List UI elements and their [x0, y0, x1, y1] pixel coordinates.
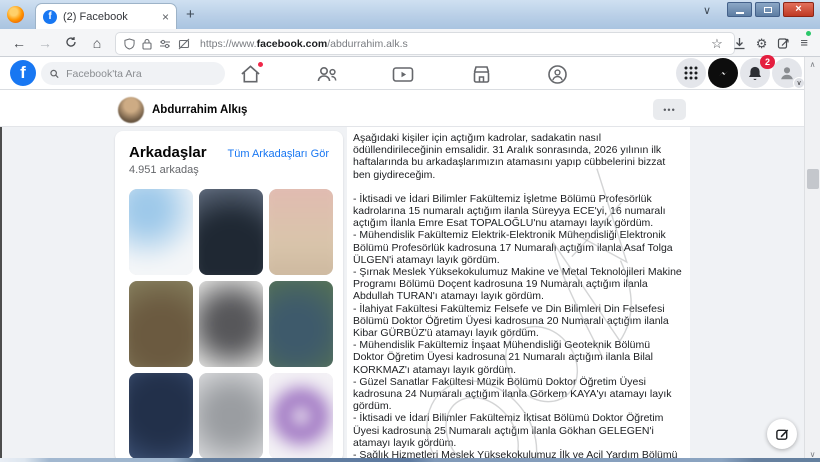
- friend-photo[interactable]: [129, 373, 193, 459]
- reload-icon: [65, 36, 77, 48]
- nav-marketplace-tab[interactable]: [459, 63, 503, 85]
- urlbar-icons: [124, 38, 190, 50]
- blocked-media-icon[interactable]: [178, 38, 190, 50]
- app-menu-button[interactable]: ≡: [800, 34, 808, 52]
- post-paragraph: - Mühendislik Fakültemiz İnşaat Mühendis…: [353, 339, 683, 376]
- post-text-card: Aşağıdaki kişiler için açtığım kadrolar,…: [347, 127, 690, 462]
- browser-tab-facebook[interactable]: f (2) Facebook ×: [35, 3, 177, 29]
- compose-pencil-icon: [775, 427, 790, 442]
- window-controls: ×: [727, 2, 814, 17]
- friend-photo[interactable]: [199, 373, 263, 459]
- friend-photo[interactable]: [269, 281, 333, 367]
- nav-friends-tab[interactable]: [305, 63, 349, 85]
- facebook-favicon-icon: f: [43, 10, 57, 24]
- nav-watch-tab[interactable]: [381, 63, 425, 85]
- tab-close-icon[interactable]: ×: [162, 10, 169, 24]
- marketplace-icon: [471, 65, 492, 84]
- post-more-button[interactable]: •••: [653, 99, 686, 120]
- groups-icon: [547, 64, 568, 85]
- post-paragraph: - İlahiyat Fakültesi Fakültemiz Felsefe …: [353, 303, 683, 340]
- friends-card: Arkadaşlar Tüm Arkadaşları Gör 4.951 ark…: [115, 131, 343, 462]
- search-input[interactable]: [64, 67, 216, 81]
- taskbar-edge-strip: [0, 458, 820, 462]
- minimize-icon: [736, 12, 744, 14]
- back-button[interactable]: ←: [6, 35, 32, 51]
- friend-photo[interactable]: [129, 281, 193, 367]
- messenger-button[interactable]: [708, 58, 738, 88]
- shield-icon[interactable]: [124, 38, 135, 50]
- post-paragraph: - İktisadi ve İdari Bilimler Fakültemiz …: [353, 412, 683, 449]
- post-paragraph: - Mühendislik Fakültemiz Elektrik-Elektr…: [353, 229, 683, 266]
- friends-card-title: Arkadaşlar: [129, 144, 207, 161]
- page-scrollbar[interactable]: ∧ ∨: [804, 57, 820, 462]
- post-paragraph: - Şırnak Meslek Yüksekokulumuz Makine ve…: [353, 266, 683, 303]
- permissions-sliders-icon[interactable]: [159, 38, 171, 50]
- facebook-logo[interactable]: f: [10, 60, 36, 86]
- hamburger-menu-icon: ≡: [800, 35, 808, 50]
- lock-icon[interactable]: [142, 38, 152, 50]
- friend-photo[interactable]: [199, 281, 263, 367]
- extensions-icon[interactable]: [777, 37, 790, 50]
- friend-photo[interactable]: [269, 373, 333, 459]
- left-edge-strip: [0, 127, 2, 458]
- maximize-button[interactable]: [755, 2, 780, 17]
- home-notification-dot: [257, 61, 264, 68]
- friends-photo-grid: [129, 189, 329, 459]
- new-tab-button[interactable]: +: [186, 6, 195, 23]
- tab-title: (2) Facebook: [63, 11, 156, 23]
- friend-photo[interactable]: [269, 189, 333, 275]
- maximize-icon: [764, 7, 772, 13]
- home-button[interactable]: ⌂: [84, 35, 110, 51]
- friend-photo[interactable]: [129, 189, 193, 275]
- screenshot-root: f (2) Facebook × + ∨ × ← → ⌂ https://www…: [0, 0, 820, 462]
- watch-icon: [392, 65, 414, 84]
- settings-gear-icon[interactable]: ⚙: [756, 37, 768, 50]
- bookmark-star-icon[interactable]: ☆: [711, 37, 723, 50]
- apps-menu-button[interactable]: [676, 58, 706, 88]
- url-text: https://www.facebook.com/abdurrahim.alk.…: [200, 38, 408, 50]
- reload-button[interactable]: [58, 35, 84, 51]
- downloads-icon[interactable]: [733, 37, 746, 50]
- window-titlebar: f (2) Facebook × + ∨ ×: [0, 0, 820, 29]
- search-icon: [50, 69, 59, 79]
- close-icon: ×: [795, 4, 801, 15]
- scroll-up-icon[interactable]: ∧: [805, 60, 820, 69]
- messenger-icon: [716, 66, 731, 81]
- toolbar-right-icons: ☆ ⚙ ≡: [711, 29, 808, 57]
- post-author-name[interactable]: Abdurrahim Alkış: [152, 104, 247, 116]
- post-paragraph: Aşağıdaki kişiler için açtığım kadrolar,…: [353, 132, 683, 181]
- scrollbar-thumb[interactable]: [807, 169, 819, 189]
- post-paragraph: - Güzel Sanatlar Fakültesi Müzik Bölümü …: [353, 376, 683, 413]
- nav-groups-tab[interactable]: [535, 63, 579, 85]
- address-bar[interactable]: https://www.facebook.com/abdurrahim.alk.…: [116, 33, 734, 54]
- post-paragraph: - İktisadi ve İdari Bilimler Fakültemiz …: [353, 193, 683, 230]
- friends-count: 4.951 arkadaş: [129, 164, 329, 176]
- facebook-search[interactable]: [41, 62, 225, 85]
- nav-home-tab[interactable]: [228, 63, 272, 85]
- forward-button[interactable]: →: [32, 35, 58, 51]
- list-all-tabs-icon[interactable]: ∨: [703, 4, 711, 17]
- firefox-app-icon: [7, 6, 24, 23]
- bell-icon: [747, 65, 763, 82]
- notification-badge: 2: [760, 55, 775, 69]
- minimize-button[interactable]: [727, 2, 752, 17]
- friend-photo[interactable]: [199, 189, 263, 275]
- menu-notification-dot: [806, 31, 811, 36]
- close-window-button[interactable]: ×: [783, 2, 814, 17]
- post-author-avatar[interactable]: [118, 97, 144, 123]
- url-domain: facebook.com: [257, 38, 328, 50]
- apps-grid-icon: [684, 66, 698, 80]
- friends-icon: [316, 65, 338, 83]
- compose-post-button[interactable]: [767, 419, 797, 449]
- url-path: /abdurrahim.alk.s: [327, 38, 408, 50]
- url-prefix: https://www.: [200, 38, 257, 50]
- see-all-friends-link[interactable]: Tüm Arkadaşları Gör: [228, 148, 329, 160]
